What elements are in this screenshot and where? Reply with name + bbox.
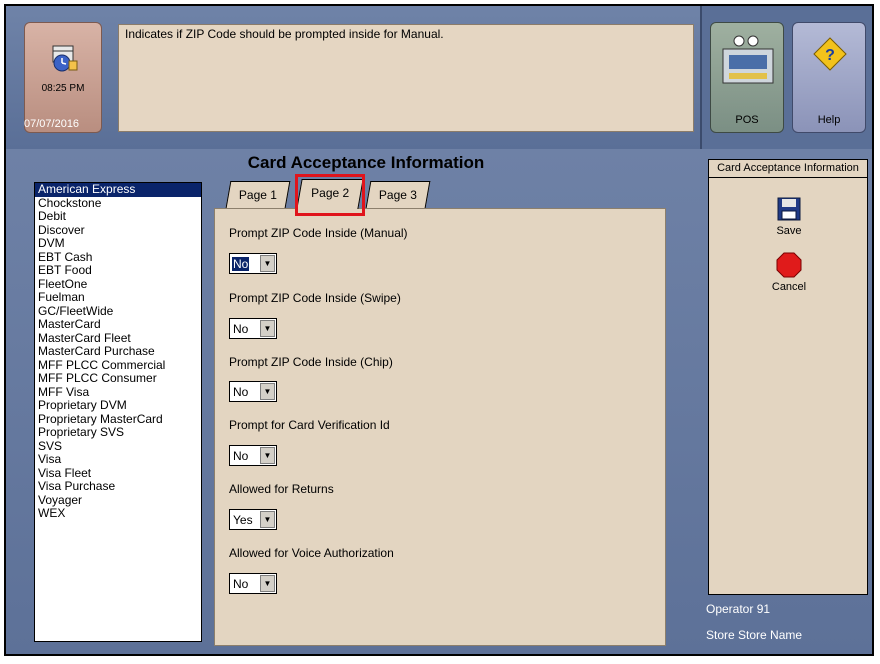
list-item[interactable]: MFF PLCC Commercial xyxy=(35,358,201,373)
help-button[interactable]: ? Help xyxy=(792,22,866,133)
list-item[interactable]: Visa Purchase xyxy=(35,479,201,494)
field-label: Prompt for Card Verification Id xyxy=(229,418,390,432)
field-label: Prompt ZIP Code Inside (Manual) xyxy=(229,226,408,240)
list-item[interactable]: MasterCard Fleet xyxy=(35,331,201,346)
list-item[interactable]: DVM xyxy=(35,236,201,251)
dropdown-value: No xyxy=(233,322,249,336)
dropdown-value: No xyxy=(232,257,250,271)
dropdown-value: No xyxy=(233,577,249,591)
list-item[interactable]: FleetOne xyxy=(35,277,201,292)
tab-label: Page 3 xyxy=(378,188,417,202)
form-panel: Prompt ZIP Code Inside (Manual) No ▼ Pro… xyxy=(214,208,666,646)
list-item[interactable]: MFF Visa xyxy=(35,385,201,400)
field-label: Allowed for Voice Authorization xyxy=(229,546,394,560)
list-item[interactable]: Discover xyxy=(35,223,201,238)
list-item[interactable]: WEX xyxy=(35,506,201,521)
save-button[interactable]: Save xyxy=(759,196,819,237)
chevron-down-icon[interactable]: ▼ xyxy=(260,383,275,400)
dropdown-value: No xyxy=(233,385,249,399)
help-icon: ? xyxy=(813,37,847,71)
list-item[interactable]: Chockstone xyxy=(35,196,201,211)
list-item[interactable]: MasterCard xyxy=(35,317,201,332)
top-right-panel: POS ? Help xyxy=(700,6,872,149)
clock-time: 08:25 PM xyxy=(41,83,85,94)
clock-button[interactable]: 08:25 PM xyxy=(24,22,102,133)
field-label: Prompt ZIP Code Inside (Chip) xyxy=(229,355,393,369)
pos-terminal-icon xyxy=(722,35,774,84)
card-verification-dropdown[interactable]: No ▼ xyxy=(229,445,277,466)
store-label: Store Store Name xyxy=(706,628,803,642)
field-label: Prompt ZIP Code Inside (Swipe) xyxy=(229,291,401,305)
chevron-down-icon[interactable]: ▼ xyxy=(260,320,275,337)
list-item[interactable]: American Express xyxy=(35,183,201,197)
list-item[interactable]: SVS xyxy=(35,439,201,454)
allowed-voice-auth-dropdown[interactable]: No ▼ xyxy=(229,573,277,594)
pos-button[interactable]: POS xyxy=(710,22,784,133)
app-window: 08:25 PM 07/07/2016 Indicates if ZIP Cod… xyxy=(4,4,874,656)
dropdown-value: No xyxy=(233,449,249,463)
list-item[interactable]: MFF PLCC Consumer xyxy=(35,371,201,386)
tab-page-3[interactable]: Page 3 xyxy=(365,181,431,208)
list-item[interactable]: Proprietary MasterCard xyxy=(35,412,201,427)
list-item[interactable]: EBT Cash xyxy=(35,250,201,265)
chevron-down-icon[interactable]: ▼ xyxy=(260,255,275,272)
operator-label: Operator 91 xyxy=(706,602,771,616)
tab-highlight xyxy=(295,174,365,216)
message-box: Indicates if ZIP Code should be prompted… xyxy=(118,24,694,132)
field-label: Allowed for Returns xyxy=(229,482,334,496)
calendar-clock-icon xyxy=(52,45,78,72)
stop-icon xyxy=(776,252,802,278)
list-item[interactable]: GC/FleetWide xyxy=(35,304,201,319)
help-label: Help xyxy=(817,114,841,126)
cancel-label: Cancel xyxy=(771,281,807,293)
prompt-zip-manual-dropdown[interactable]: No ▼ xyxy=(229,253,277,274)
floppy-disk-icon xyxy=(777,197,801,221)
list-item[interactable]: Voyager xyxy=(35,493,201,508)
chevron-down-icon[interactable]: ▼ xyxy=(260,511,275,528)
pos-label: POS xyxy=(735,114,759,126)
side-panel-title: Card Acceptance Information xyxy=(709,160,867,178)
svg-text:?: ? xyxy=(825,47,835,64)
clock-date: 07/07/2016 xyxy=(24,118,80,130)
list-item[interactable]: Proprietary DVM xyxy=(35,398,201,413)
tab-page-1[interactable]: Page 1 xyxy=(225,181,291,208)
list-item[interactable]: MasterCard Purchase xyxy=(35,344,201,359)
chevron-down-icon[interactable]: ▼ xyxy=(260,447,275,464)
chevron-down-icon[interactable]: ▼ xyxy=(260,575,275,592)
dropdown-value: Yes xyxy=(233,513,253,527)
allowed-returns-dropdown[interactable]: Yes ▼ xyxy=(229,509,277,530)
list-item[interactable]: Proprietary SVS xyxy=(35,425,201,440)
list-item[interactable]: Fuelman xyxy=(35,290,201,305)
list-item[interactable]: Visa Fleet xyxy=(35,466,201,481)
side-panel: Card Acceptance Information Save Cancel xyxy=(708,159,868,595)
list-item[interactable]: Debit xyxy=(35,209,201,224)
save-label: Save xyxy=(776,225,802,237)
list-item[interactable]: EBT Food xyxy=(35,263,201,278)
cancel-button[interactable]: Cancel xyxy=(759,252,819,293)
card-list[interactable]: American Express Chockstone Debit Discov… xyxy=(34,182,202,642)
prompt-zip-chip-dropdown[interactable]: No ▼ xyxy=(229,381,277,402)
page-title: Card Acceptance Information xyxy=(247,153,485,172)
tab-label: Page 1 xyxy=(238,188,277,202)
list-item[interactable]: Visa xyxy=(35,452,201,467)
prompt-zip-swipe-dropdown[interactable]: No ▼ xyxy=(229,318,277,339)
